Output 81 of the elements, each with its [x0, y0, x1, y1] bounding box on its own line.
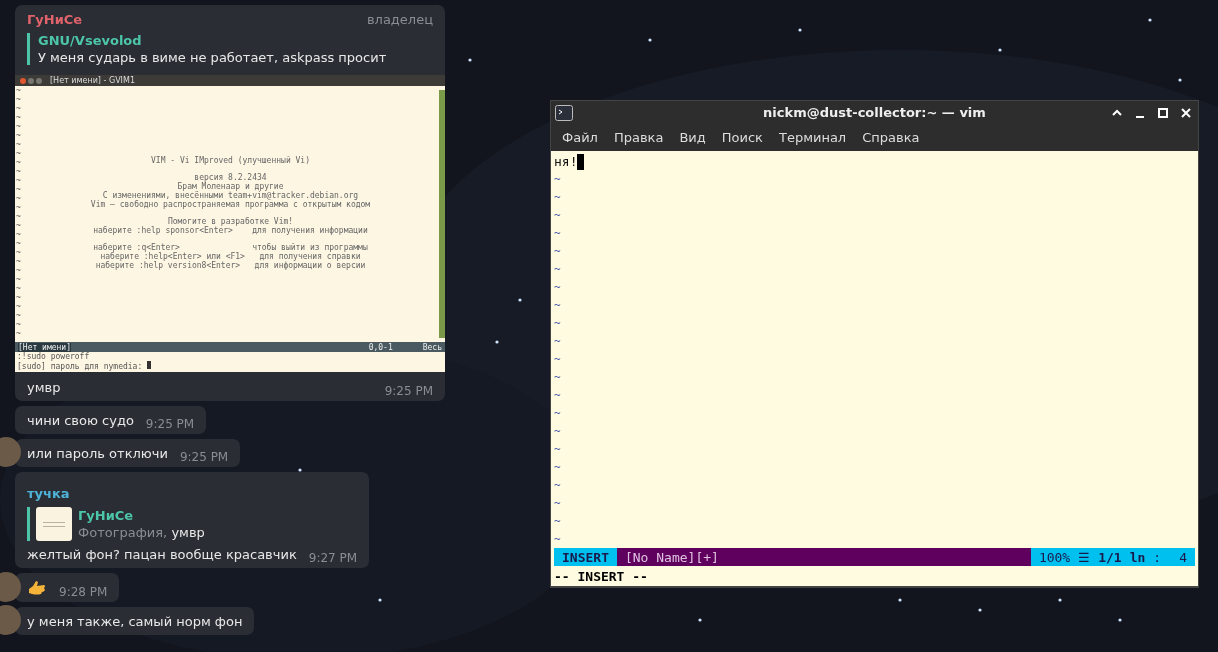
tilde-line: ~	[554, 460, 562, 476]
sender-name[interactable]: тучка	[27, 486, 70, 501]
message-text: у меня также, самый норм фон	[27, 614, 243, 629]
tilde-line: ~	[554, 514, 562, 530]
window-buttons-icon	[20, 77, 42, 84]
mode-indicator: INSERT	[554, 548, 617, 566]
message-text: желтый фон? пацан вообще красавчик	[27, 547, 297, 562]
screenshot-photo[interactable]	[15, 75, 445, 372]
file-name: [No Name][+]	[616, 548, 1031, 566]
cursor	[577, 154, 585, 170]
menu-item[interactable]: Справка	[854, 130, 928, 145]
intro-line: наберите :q<Enter> чтобы выйти из программы	[93, 243, 368, 252]
intro-line: VIM - Vi IMproved (улучшенный Vi)	[151, 156, 310, 165]
menu-glyph: ☰	[1078, 549, 1091, 565]
tilde-line: ~	[554, 334, 562, 350]
message-text: умвр	[27, 380, 61, 395]
percent-label: 100%	[1038, 549, 1071, 565]
tilde-line: ~	[554, 262, 562, 278]
tilde-line: ~	[554, 244, 562, 260]
intro-line: наберите :help sponsor<Enter> для получения информации	[93, 226, 368, 235]
reply-author: ГуНиСе	[78, 508, 135, 523]
tilde-line: ~	[554, 352, 562, 368]
reply-author: GNU/Vsevolod	[38, 33, 143, 48]
line-label: ln	[1129, 549, 1146, 565]
message-text: чини свою судо	[27, 413, 134, 428]
column-number: 4	[1179, 549, 1187, 565]
timestamp: 9:28 PM	[59, 585, 108, 599]
status-name: [Нет имени]	[18, 342, 71, 352]
window-title: [Нет имени] - GVIM1	[50, 76, 135, 85]
tilde-line: ~	[554, 532, 562, 548]
photo-thumbnail[interactable]	[36, 507, 72, 541]
window-title: nickm@dust-collector:~ — vim	[762, 105, 987, 120]
hand-icon	[27, 580, 47, 596]
command-line: -- INSERT --	[554, 568, 648, 584]
intro-line: наберите :help<Enter> или <F1> для получения справки	[100, 252, 361, 261]
command-line: :!sudo poweroff	[17, 352, 91, 361]
role-label: владелец	[366, 12, 433, 27]
reply-text: Фотография, умвр	[78, 525, 205, 540]
tilde-line: ~	[554, 208, 562, 224]
intro-line: Брам Моленаар и другие	[177, 182, 284, 191]
tilde-line: ~	[554, 226, 562, 242]
tilde-column: ~ ~ ~ ~ ~ ~ ~ ~ ~ ~ ~ ~ ~ ~ ~ ~ ~ ~ ~ ~ ~ ~ ~ ~ ~ ~ ~ ~	[15, 86, 22, 342]
tilde-line: ~	[554, 172, 562, 188]
timestamp: 9:25 PM	[384, 384, 433, 398]
menu-item[interactable]: Терминал	[770, 130, 855, 145]
command-line: [sudo] пароль для nymedia:	[17, 361, 445, 371]
tilde-line: ~	[554, 280, 562, 296]
tilde-line: ~	[554, 190, 562, 206]
timestamp: 9:25 PM	[145, 417, 195, 431]
menu-item[interactable]: Файл	[554, 130, 606, 145]
menu-item[interactable]: Вид	[671, 130, 714, 145]
terminal-icon[interactable]	[555, 104, 573, 121]
reply-text: У меня сударь в виме не работает, askpass просит	[38, 50, 388, 65]
timestamp: 9:27 PM	[308, 551, 358, 565]
status-position: 0,0-1	[368, 342, 393, 352]
separator-label: :	[1153, 549, 1162, 565]
tilde-line: ~	[554, 442, 562, 458]
message-text: или пароль отключи	[27, 446, 168, 461]
intro-line: версия 8.2.2434	[194, 173, 267, 182]
intro-line: Vim — свободно распространяемая программа с открытым кодом	[90, 200, 371, 209]
tilde-line: ~	[554, 478, 562, 494]
intro-line: Помогите в разработке Vim!	[167, 217, 294, 226]
tilde-line: ~	[554, 316, 562, 332]
timestamp: 9:25 PM	[179, 450, 229, 464]
close-icon[interactable]	[1180, 106, 1192, 119]
menu-item[interactable]: Правка	[605, 130, 672, 145]
tilde-line: ~	[554, 298, 562, 314]
sender-name[interactable]: ГуНиСе	[27, 12, 83, 27]
line-position: 1/1	[1098, 549, 1122, 565]
tilde-line: ~	[554, 406, 562, 422]
menu-item[interactable]: Поиск	[713, 130, 771, 145]
text-line: ня!	[554, 153, 578, 171]
intro-line: наберите :help version8<Enter> для информации о версии	[95, 261, 366, 270]
intro-line: С изменениями, внесёнными team+vim@tracker.debian.org	[102, 191, 359, 200]
tilde-line: ~	[554, 370, 562, 386]
cursor	[147, 361, 152, 369]
tilde-line: ~	[554, 424, 562, 440]
maximize-icon[interactable]	[1157, 106, 1169, 119]
tilde-line: ~	[554, 496, 562, 512]
status-scroll: Весь	[422, 342, 442, 352]
tilde-line: ~	[554, 388, 562, 404]
